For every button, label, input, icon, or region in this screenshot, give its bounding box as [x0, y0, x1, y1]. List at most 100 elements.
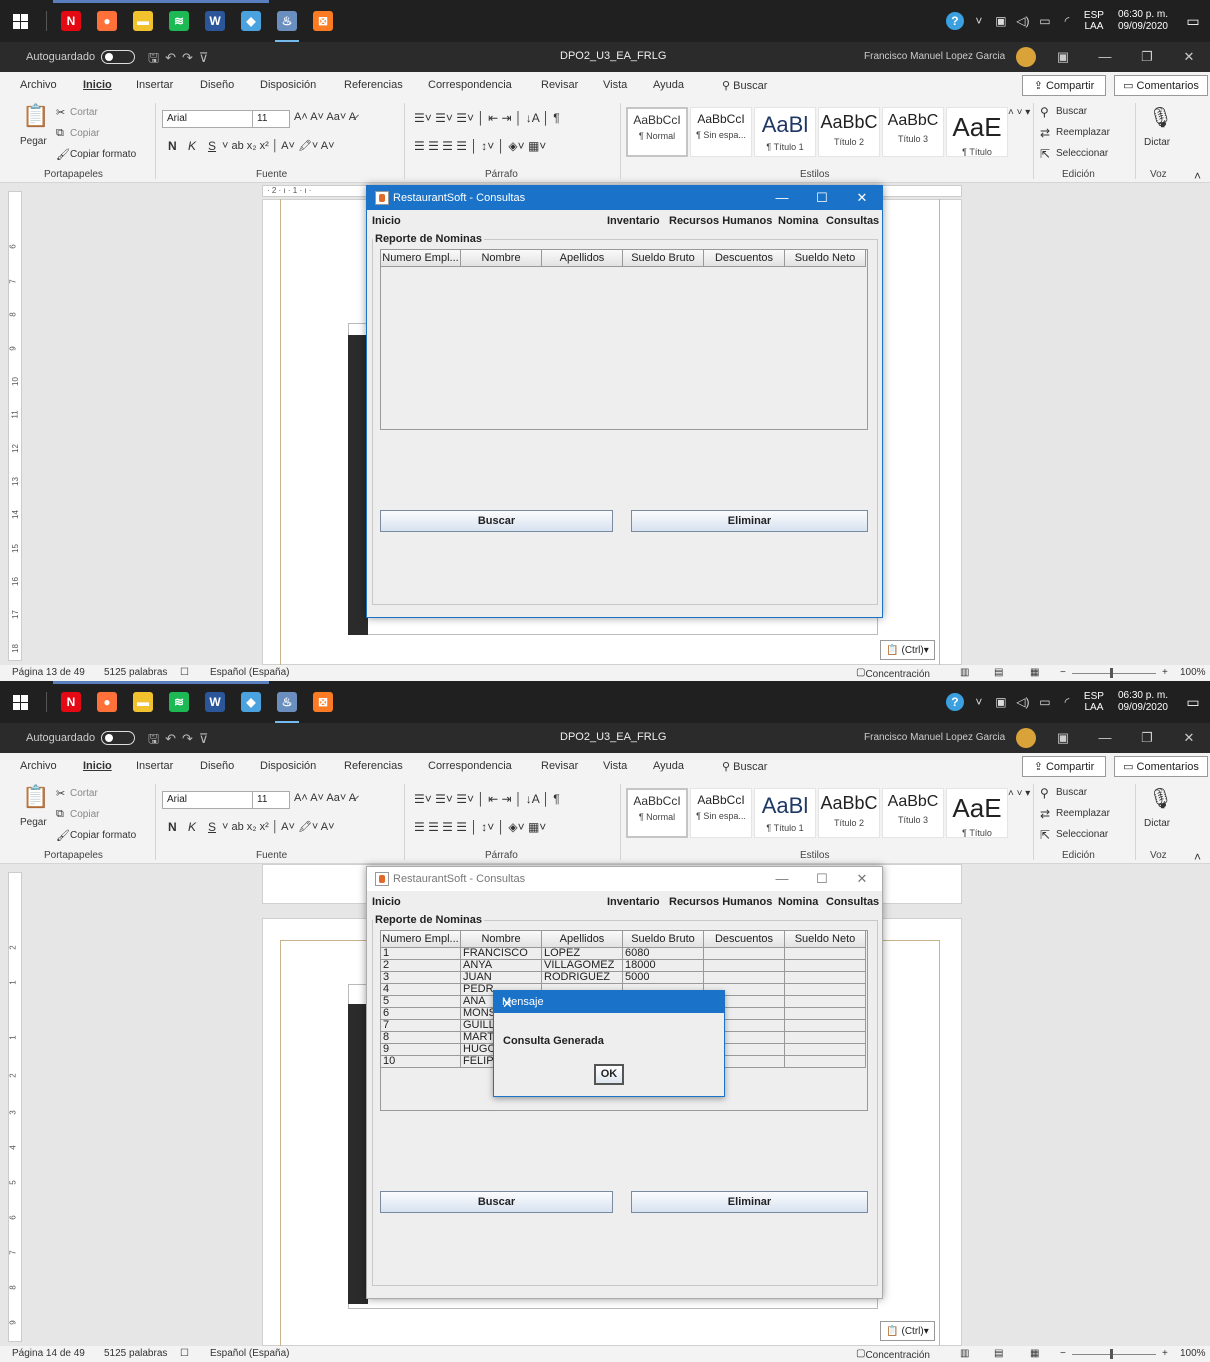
italic-button[interactable]: K	[188, 820, 196, 834]
column-header[interactable]: Numero Empl...	[381, 931, 461, 948]
collapse-ribbon-icon[interactable]: ˄	[1194, 169, 1201, 183]
table-cell[interactable]: 7	[381, 1020, 461, 1032]
menu-consultas[interactable]: Consultas	[826, 896, 879, 908]
ribbon-tab[interactable]: Revisar	[541, 760, 578, 772]
maximize-icon[interactable]: ☐	[802, 867, 842, 891]
microphone-icon[interactable]: 🎙	[1148, 105, 1173, 130]
maximize-icon[interactable]: ☐	[802, 186, 842, 210]
table-cell[interactable]: 9	[381, 1044, 461, 1056]
zoom-in-icon[interactable]: +	[1162, 1348, 1168, 1359]
style-option[interactable]: AaBbC Título 2	[818, 107, 880, 157]
style-option[interactable]: AaBbCcI ¶ Sin espa...	[690, 788, 752, 838]
table-cell[interactable]: LOPEZ	[542, 948, 623, 960]
share-button[interactable]: ⇪ Compartir	[1022, 756, 1106, 777]
print-layout-icon[interactable]: ▤	[994, 667, 1003, 678]
style-option[interactable]: AaBbCcI ¶ Normal	[626, 107, 688, 157]
start-button[interactable]	[0, 0, 40, 42]
wifi-icon[interactable]: ◜	[1056, 14, 1078, 28]
find-button[interactable]: Buscar	[1056, 787, 1087, 798]
table-cell[interactable]	[785, 996, 866, 1008]
table-cell[interactable]	[785, 972, 866, 984]
taskbar-app[interactable]: ●	[89, 0, 125, 42]
ribbon-tab[interactable]: Inicio	[83, 760, 112, 772]
ribbon-tab[interactable]: Archivo	[20, 79, 57, 91]
table-cell[interactable]	[704, 948, 785, 960]
search-button[interactable]: Buscar	[380, 1191, 613, 1213]
menu-inventario[interactable]: Inventario	[607, 896, 660, 908]
close-icon[interactable]: ✕	[842, 867, 882, 891]
share-button[interactable]: ⇪ Compartir	[1022, 75, 1106, 96]
network-icon[interactable]: ▣	[990, 14, 1012, 28]
table-row[interactable]: 2 ANYA VILLAGOMEZ 18000	[381, 960, 867, 972]
table-cell[interactable]: 10	[381, 1056, 461, 1068]
minimize-icon[interactable]: —	[1084, 723, 1126, 753]
help-icon[interactable]: ?	[945, 693, 964, 711]
underline-button[interactable]: S	[208, 139, 216, 153]
grow-font-icon[interactable]: A˄ A˅ Aa˅ A̷	[294, 111, 356, 123]
column-header[interactable]: Sueldo Bruto	[623, 250, 704, 267]
table-cell[interactable]: VILLAGOMEZ	[542, 960, 623, 972]
zoom-slider-thumb[interactable]	[1110, 1349, 1113, 1359]
replace-button[interactable]: Reemplazar	[1056, 808, 1110, 819]
chevron-up-icon[interactable]: ˅	[968, 14, 990, 28]
copy-button[interactable]: Copiar	[70, 128, 99, 139]
wifi-icon[interactable]: ◜	[1056, 695, 1078, 709]
volume-icon[interactable]: ◁)	[1012, 14, 1034, 28]
font-name-select[interactable]: Arial	[162, 791, 254, 809]
page-count[interactable]: Página 14 de 49	[12, 1348, 85, 1359]
volume-icon[interactable]: ◁)	[1012, 695, 1034, 709]
language-indicator[interactable]: ESP LAA	[1084, 691, 1104, 713]
notification-icon[interactable]: ▭	[1176, 13, 1210, 30]
restore-icon[interactable]: ❐	[1126, 723, 1168, 753]
tell-me-search[interactable]: ⚲ Buscar	[722, 79, 767, 92]
styles-more-icon[interactable]: ˄ ˅ ▾	[1008, 788, 1030, 799]
italic-button[interactable]: K	[188, 139, 196, 153]
notification-icon[interactable]: ▭	[1176, 694, 1210, 711]
taskbar-app[interactable]: ▬	[125, 681, 161, 723]
table-cell[interactable]	[785, 1008, 866, 1020]
ribbon-tab[interactable]: Referencias	[344, 760, 403, 772]
cut-button[interactable]: Cortar	[70, 788, 98, 799]
column-header[interactable]: Descuentos	[704, 250, 785, 267]
table-cell[interactable]: 4	[381, 984, 461, 996]
column-header[interactable]: Descuentos	[704, 931, 785, 948]
web-layout-icon[interactable]: ▦	[1030, 1348, 1039, 1359]
style-option[interactable]: AaBl ¶ Título 1	[754, 107, 816, 157]
comments-button[interactable]: ▭ Comentarios	[1114, 75, 1208, 96]
table-cell[interactable]: ANYA	[461, 960, 542, 972]
ribbon-tab[interactable]: Correspondencia	[428, 760, 512, 772]
taskbar-app[interactable]: ⊠	[305, 681, 341, 723]
ribbon-tab[interactable]: Insertar	[136, 760, 173, 772]
minimize-icon[interactable]: —	[762, 867, 802, 891]
grow-font-icon[interactable]: A˄ A˅ Aa˅ A̷	[294, 792, 356, 804]
zoom-out-icon[interactable]: −	[1060, 1348, 1066, 1359]
bold-button[interactable]: N	[168, 820, 177, 834]
comments-button[interactable]: ▭ Comentarios	[1114, 756, 1208, 777]
delete-button[interactable]: Eliminar	[631, 510, 868, 532]
zoom-out-icon[interactable]: −	[1060, 667, 1066, 678]
ribbon-tab[interactable]: Archivo	[20, 760, 57, 772]
taskbar-app[interactable]: N	[53, 681, 89, 723]
column-header[interactable]: Nombre	[461, 931, 542, 948]
text-effects-icon[interactable]: ˅ ab x₂ x² │ A˅ 🖍˅ A˅	[222, 820, 335, 833]
table-cell[interactable]	[704, 972, 785, 984]
collapse-ribbon-icon[interactable]: ˄	[1194, 850, 1201, 864]
underline-button[interactable]: S	[208, 820, 216, 834]
help-icon[interactable]: ?	[945, 12, 964, 30]
table-cell[interactable]	[785, 1020, 866, 1032]
paste-options-button[interactable]: 📋 (Ctrl) ▾	[880, 1321, 935, 1341]
table-cell[interactable]: JUAN	[461, 972, 542, 984]
ribbon-tab[interactable]: Inicio	[83, 79, 112, 91]
copy-button[interactable]: Copiar	[70, 809, 99, 820]
restore-icon[interactable]: ❐	[1126, 42, 1168, 72]
select-button[interactable]: Seleccionar	[1056, 829, 1108, 840]
table-cell[interactable]	[785, 960, 866, 972]
table-cell[interactable]	[785, 1056, 866, 1068]
ribbon-tab[interactable]: Correspondencia	[428, 79, 512, 91]
menu-consultas[interactable]: Consultas	[826, 215, 879, 227]
menu-inicio[interactable]: Inicio	[372, 896, 401, 908]
menu-nomina[interactable]: Nomina	[778, 896, 818, 908]
style-option[interactable]: AaBbC Título 3	[882, 107, 944, 157]
select-button[interactable]: Seleccionar	[1056, 148, 1108, 159]
web-layout-icon[interactable]: ▦	[1030, 667, 1039, 678]
